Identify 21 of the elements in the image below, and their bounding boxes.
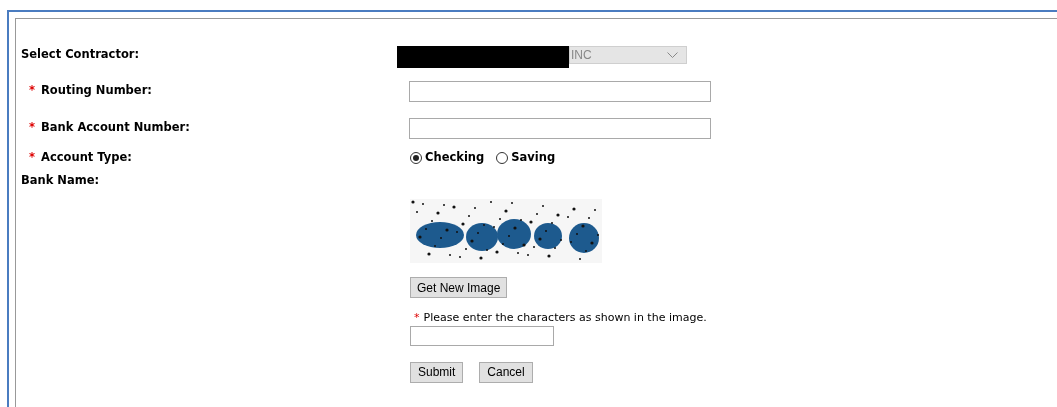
text-field[interactable] bbox=[409, 80, 711, 102]
required-mark: * bbox=[29, 150, 35, 165]
captcha-prompt: Please enter the characters as shown in the image. bbox=[423, 310, 707, 327]
cancel-button[interactable]: Cancel bbox=[479, 361, 533, 383]
required-mark: * bbox=[414, 310, 420, 327]
radio-button[interactable] bbox=[496, 152, 509, 164]
field-label: * Bank Account Number: bbox=[28, 119, 191, 137]
required-mark: * bbox=[29, 120, 35, 135]
radio-label: Saving bbox=[511, 149, 556, 167]
required-mark: * bbox=[29, 83, 35, 98]
captcha-field[interactable] bbox=[410, 325, 554, 346]
field-label: Bank Name: bbox=[21, 173, 100, 187]
radio-button[interactable] bbox=[410, 152, 422, 164]
radio-label: Checking bbox=[425, 149, 485, 167]
get-new-image-button[interactable]: Get New Image bbox=[410, 277, 508, 298]
submit-button[interactable]: Submit bbox=[410, 361, 464, 383]
field-label: * Account Type: bbox=[28, 149, 133, 167]
field-label: * Routing Number: bbox=[28, 82, 153, 100]
field-label: Select Contractor: bbox=[21, 46, 141, 64]
chevron-down-icon bbox=[667, 52, 678, 58]
text-field[interactable] bbox=[409, 117, 711, 139]
